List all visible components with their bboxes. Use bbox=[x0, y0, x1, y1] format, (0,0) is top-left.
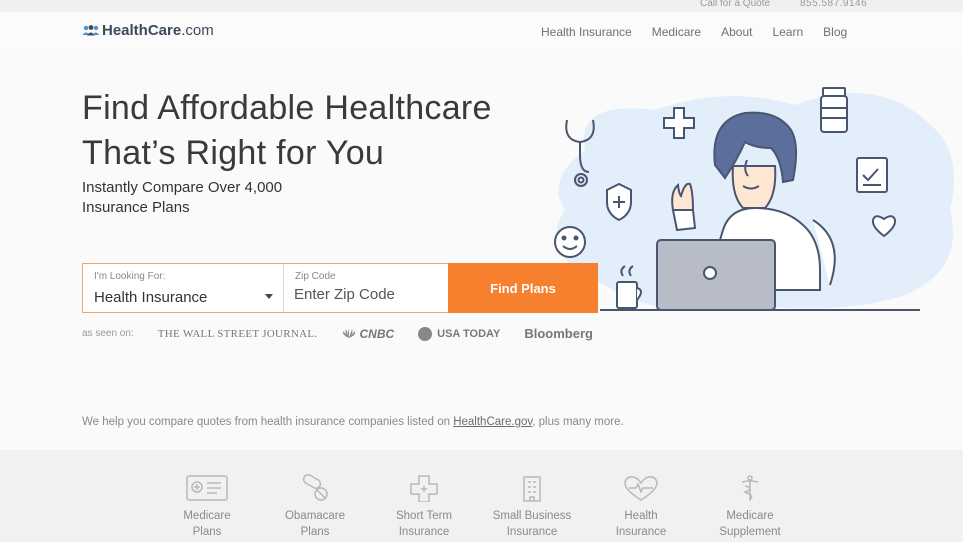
nav-about[interactable]: About bbox=[721, 25, 752, 39]
as-seen-on-label: as seen on: bbox=[82, 328, 134, 339]
insurance-type-label: I'm Looking For: bbox=[94, 271, 166, 282]
category-label-line2: Insurance bbox=[398, 526, 450, 538]
pills-icon bbox=[302, 474, 328, 501]
hero-illustration bbox=[554, 87, 955, 311]
heart-pulse-icon bbox=[624, 476, 658, 501]
category-health-insurance[interactable]: Health Insurance bbox=[586, 474, 696, 540]
top-utility-bar: Call for a Quote 855.587.9146 bbox=[0, 0, 963, 12]
category-short-term-insurance[interactable]: Short Term Insurance bbox=[369, 474, 479, 540]
phone-number-link[interactable]: 855.587.9146 bbox=[800, 0, 867, 9]
category-obamacare-plans[interactable]: Obamacare Plans bbox=[260, 474, 370, 540]
category-label-line1: Medicare bbox=[183, 510, 231, 522]
insurance-type-value: Health Insurance bbox=[94, 289, 208, 306]
hero-title-line2: That’s Right for You bbox=[82, 134, 385, 172]
hero-title: Find Affordable Healthcare That’s Right … bbox=[82, 86, 552, 176]
brand-name: HealthCare bbox=[102, 22, 182, 39]
nav-medicare[interactable]: Medicare bbox=[652, 25, 701, 39]
clipboard-check-icon bbox=[856, 157, 888, 193]
usa-today-dot-icon bbox=[418, 326, 433, 341]
nav-learn[interactable]: Learn bbox=[772, 25, 803, 39]
category-label-line2: Insurance bbox=[506, 526, 558, 538]
cnbc-text: CNBC bbox=[359, 326, 395, 341]
people-logo-icon bbox=[82, 25, 99, 36]
zip-code-input[interactable] bbox=[294, 286, 439, 303]
hero-title-line1: Find Affordable Healthcare bbox=[82, 89, 492, 127]
compare-note: We help you compare quotes from health i… bbox=[82, 416, 624, 428]
category-label-line2: Insurance bbox=[615, 526, 667, 538]
compare-note-tail: , plus many more. bbox=[532, 416, 624, 428]
main-nav: Health Insurance Medicare About Learn Bl… bbox=[541, 25, 867, 39]
category-label-line1: Short Term bbox=[395, 510, 453, 522]
site-header: HealthCare .com Health Insurance Medicare… bbox=[0, 12, 963, 54]
category-label-line1: Small Business bbox=[492, 510, 572, 522]
caduceus-icon bbox=[741, 475, 759, 501]
as-seen-on-bar: as seen on: THE WALL STREET JOURNAL. CNB… bbox=[82, 326, 617, 341]
site-logo[interactable]: HealthCare .com bbox=[82, 22, 214, 39]
categories-band: Medicare Plans Obamacare Plans Short Term I… bbox=[0, 450, 963, 542]
medicare-card-icon bbox=[186, 475, 228, 501]
category-label-line1: Medicare bbox=[726, 510, 774, 522]
medical-cross-icon bbox=[410, 475, 438, 502]
category-label-line2: Supplement bbox=[719, 526, 781, 538]
category-label-line2: Plans bbox=[192, 526, 222, 538]
healthcare-gov-link[interactable]: HealthCare.gov bbox=[453, 416, 532, 428]
wsj-logo: THE WALL STREET JOURNAL. bbox=[157, 327, 318, 340]
zip-code-label: Zip Code bbox=[295, 271, 336, 282]
category-small-business-insurance[interactable]: Small Business Insurance bbox=[477, 474, 587, 540]
bloomberg-logo: Bloomberg bbox=[524, 326, 593, 341]
category-label-line1: Obamacare bbox=[284, 510, 346, 522]
building-icon bbox=[523, 476, 541, 502]
category-label-line1: Health bbox=[624, 510, 658, 522]
nav-health-insurance[interactable]: Health Insurance bbox=[541, 25, 632, 39]
usa-today-text: USA TODAY bbox=[437, 327, 501, 340]
nav-blog[interactable]: Blog bbox=[823, 25, 847, 39]
insurance-type-select[interactable]: I'm Looking For: Health Insurance bbox=[83, 264, 284, 312]
hero-subtitle-line2: Insurance Plans bbox=[82, 199, 190, 216]
pill-bottle-icon bbox=[820, 87, 848, 133]
category-medicare-plans[interactable]: Medicare Plans bbox=[152, 474, 262, 540]
zip-code-field: Zip Code bbox=[284, 264, 448, 312]
find-plans-button[interactable]: Find Plans bbox=[448, 263, 598, 313]
laptop-illustration bbox=[645, 239, 795, 311]
compare-note-text: We help you compare quotes from health i… bbox=[82, 416, 454, 428]
call-for-quote-label: Call for a Quote bbox=[700, 0, 771, 9]
quote-search-form: I'm Looking For: Health Insurance Zip Co… bbox=[82, 263, 598, 313]
nbc-peacock-icon bbox=[343, 328, 356, 338]
hero-subtitle: Instantly Compare Over 4,000 Insurance P… bbox=[82, 178, 342, 218]
category-label-line2: Plans bbox=[300, 526, 330, 538]
shield-plus-icon bbox=[606, 182, 632, 222]
dropdown-caret-icon bbox=[265, 294, 273, 299]
usa-today-logo: USA TODAY bbox=[418, 326, 501, 341]
cnbc-logo: CNBC bbox=[341, 327, 394, 341]
smiley-icon bbox=[554, 226, 586, 258]
category-medicare-supplement[interactable]: Medicare Supplement bbox=[695, 474, 805, 540]
brand-suffix: .com bbox=[181, 22, 214, 39]
hero-subtitle-line1: Instantly Compare Over 4,000 bbox=[82, 179, 283, 196]
